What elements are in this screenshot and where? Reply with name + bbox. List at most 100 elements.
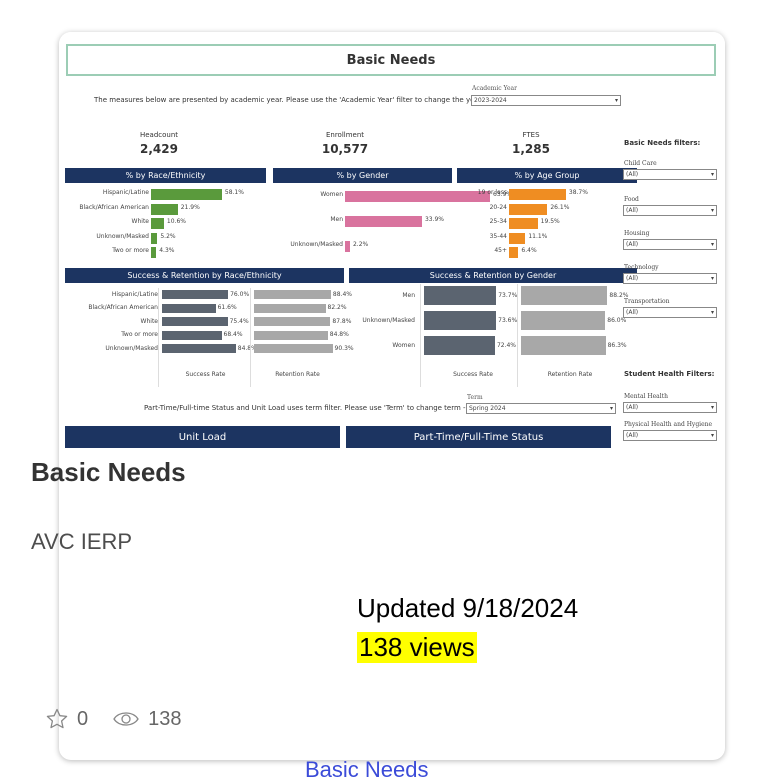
dashboard-title: Basic Needs [66, 44, 716, 76]
bar [509, 203, 548, 215]
technology-filter-label: Technology [624, 264, 659, 271]
views-count: 138 [148, 707, 182, 730]
category-label: Hispanic/Latine [111, 290, 158, 298]
bar [509, 189, 566, 200]
chevron-down-icon: ▾ [710, 432, 714, 439]
bar [162, 317, 228, 326]
bar [521, 336, 606, 355]
data-label: 33.9% [424, 216, 444, 223]
data-label: 75.4% [229, 317, 249, 325]
kpi-ftes-value: 1,285 [512, 142, 550, 156]
bar [151, 203, 178, 215]
data-label: 2.2% [352, 241, 369, 248]
bar [424, 336, 495, 355]
data-label: 61.6% [217, 304, 237, 311]
data-label: 76.0% [230, 290, 250, 298]
physical-health-filter-value: (All) [626, 432, 639, 439]
bar [162, 303, 216, 313]
term-select[interactable]: Spring 2024 ▾ [466, 403, 616, 414]
separator [250, 288, 251, 387]
category-label: White [140, 317, 158, 325]
success-rate-caption: Success Rate [453, 371, 493, 378]
category-label: 45+ [494, 247, 507, 254]
bar [509, 232, 526, 244]
student-health-filters-heading: Student Health Filters: [624, 370, 715, 378]
viz-thumbnail[interactable]: Basic Needs The measures below are prese… [59, 32, 725, 448]
data-label: 5.2% [160, 232, 176, 240]
mental-health-filter-select[interactable]: (All) ▾ [623, 402, 717, 413]
bar [424, 286, 497, 305]
category-label: 25-34 [489, 218, 507, 225]
card-stats: 0 138 [45, 707, 182, 731]
author-name[interactable]: AVC IERP [31, 529, 132, 555]
child-care-filter-select[interactable]: (All) ▾ [623, 169, 717, 180]
bar [151, 218, 164, 229]
academic-year-value: 2023-2024 [474, 97, 507, 104]
category-label: Two or more [112, 247, 149, 254]
data-label: 82.2% [327, 304, 347, 311]
chevron-down-icon: ▾ [710, 275, 714, 282]
food-filter-value: (All) [626, 207, 639, 214]
unit-load-panel-header: Unit Load [65, 426, 340, 448]
chevron-down-icon: ▾ [710, 309, 714, 316]
data-label: 73.6% [498, 316, 518, 324]
category-label: Black/African American [88, 304, 158, 311]
category-label: Unknown/Masked [362, 316, 415, 324]
technology-filter-value: (All) [626, 275, 639, 282]
category-label: Unknown/Masked [96, 232, 149, 240]
bar [254, 303, 326, 313]
separator [158, 288, 159, 387]
views-highlight: 138 views [357, 632, 477, 663]
favorites-count: 0 [77, 707, 89, 730]
success-rate-caption: Success Rate [185, 371, 226, 378]
viz-title[interactable]: Basic Needs [31, 457, 186, 488]
data-label: 73.7% [498, 291, 518, 299]
data-label: 4.3% [159, 247, 175, 254]
chevron-down-icon: ▾ [609, 405, 613, 412]
basic-needs-link[interactable]: Basic Needs [305, 757, 429, 783]
housing-filter-value: (All) [626, 241, 639, 248]
chevron-down-icon: ▾ [614, 97, 618, 104]
bar [254, 317, 331, 326]
category-label: Unknown/Masked [290, 241, 343, 248]
transportation-filter-select[interactable]: (All) ▾ [623, 307, 717, 318]
data-label: 6.4% [521, 247, 537, 254]
category-label: 20-24 [489, 203, 507, 211]
data-label: 19.5% [540, 218, 560, 225]
technology-filter-select[interactable]: (All) ▾ [623, 273, 717, 284]
category-label: 35-44 [489, 232, 507, 240]
retention-rate-caption: Retention Rate [547, 371, 593, 378]
pt-ft-status-panel-header: Part-Time/Full-Time Status [346, 426, 611, 448]
data-label: 84.8% [329, 331, 349, 338]
updated-date: Updated 9/18/2024 [357, 593, 579, 623]
bar [254, 344, 333, 353]
physical-health-filter-label: Physical Health and Hygiene [624, 421, 713, 428]
term-instruction: Part-Time/Full-time Status and Unit Load… [144, 404, 472, 412]
term-value: Spring 2024 [469, 405, 506, 412]
physical-health-filter-select[interactable]: (All) ▾ [623, 430, 717, 441]
academic-year-select[interactable]: 2023-2024 ▾ [471, 95, 621, 106]
bar [509, 247, 519, 258]
bar [254, 290, 331, 299]
bar [254, 330, 328, 340]
category-label: White [131, 218, 149, 225]
data-label: 21.9% [180, 203, 200, 211]
housing-filter-select[interactable]: (All) ▾ [623, 239, 717, 250]
bar [345, 216, 422, 227]
bar [509, 218, 538, 229]
food-filter-select[interactable]: (All) ▾ [623, 205, 717, 216]
data-label: 86.3% [607, 341, 627, 349]
chevron-down-icon: ▾ [710, 241, 714, 248]
data-label: 26.1% [550, 203, 570, 211]
kpi-enrollment-label: Enrollment [325, 131, 365, 139]
data-label: 38.7% [568, 189, 588, 196]
category-label: Women [392, 341, 415, 349]
chevron-down-icon: ▾ [710, 207, 714, 214]
star-icon[interactable] [45, 707, 69, 731]
bar [521, 311, 606, 330]
housing-filter-label: Housing [624, 230, 650, 237]
category-label: Two or more [121, 331, 158, 338]
bar [151, 189, 222, 200]
kpi-ftes-label: FTES [522, 131, 540, 139]
child-care-filter-label: Child Care [624, 160, 657, 167]
